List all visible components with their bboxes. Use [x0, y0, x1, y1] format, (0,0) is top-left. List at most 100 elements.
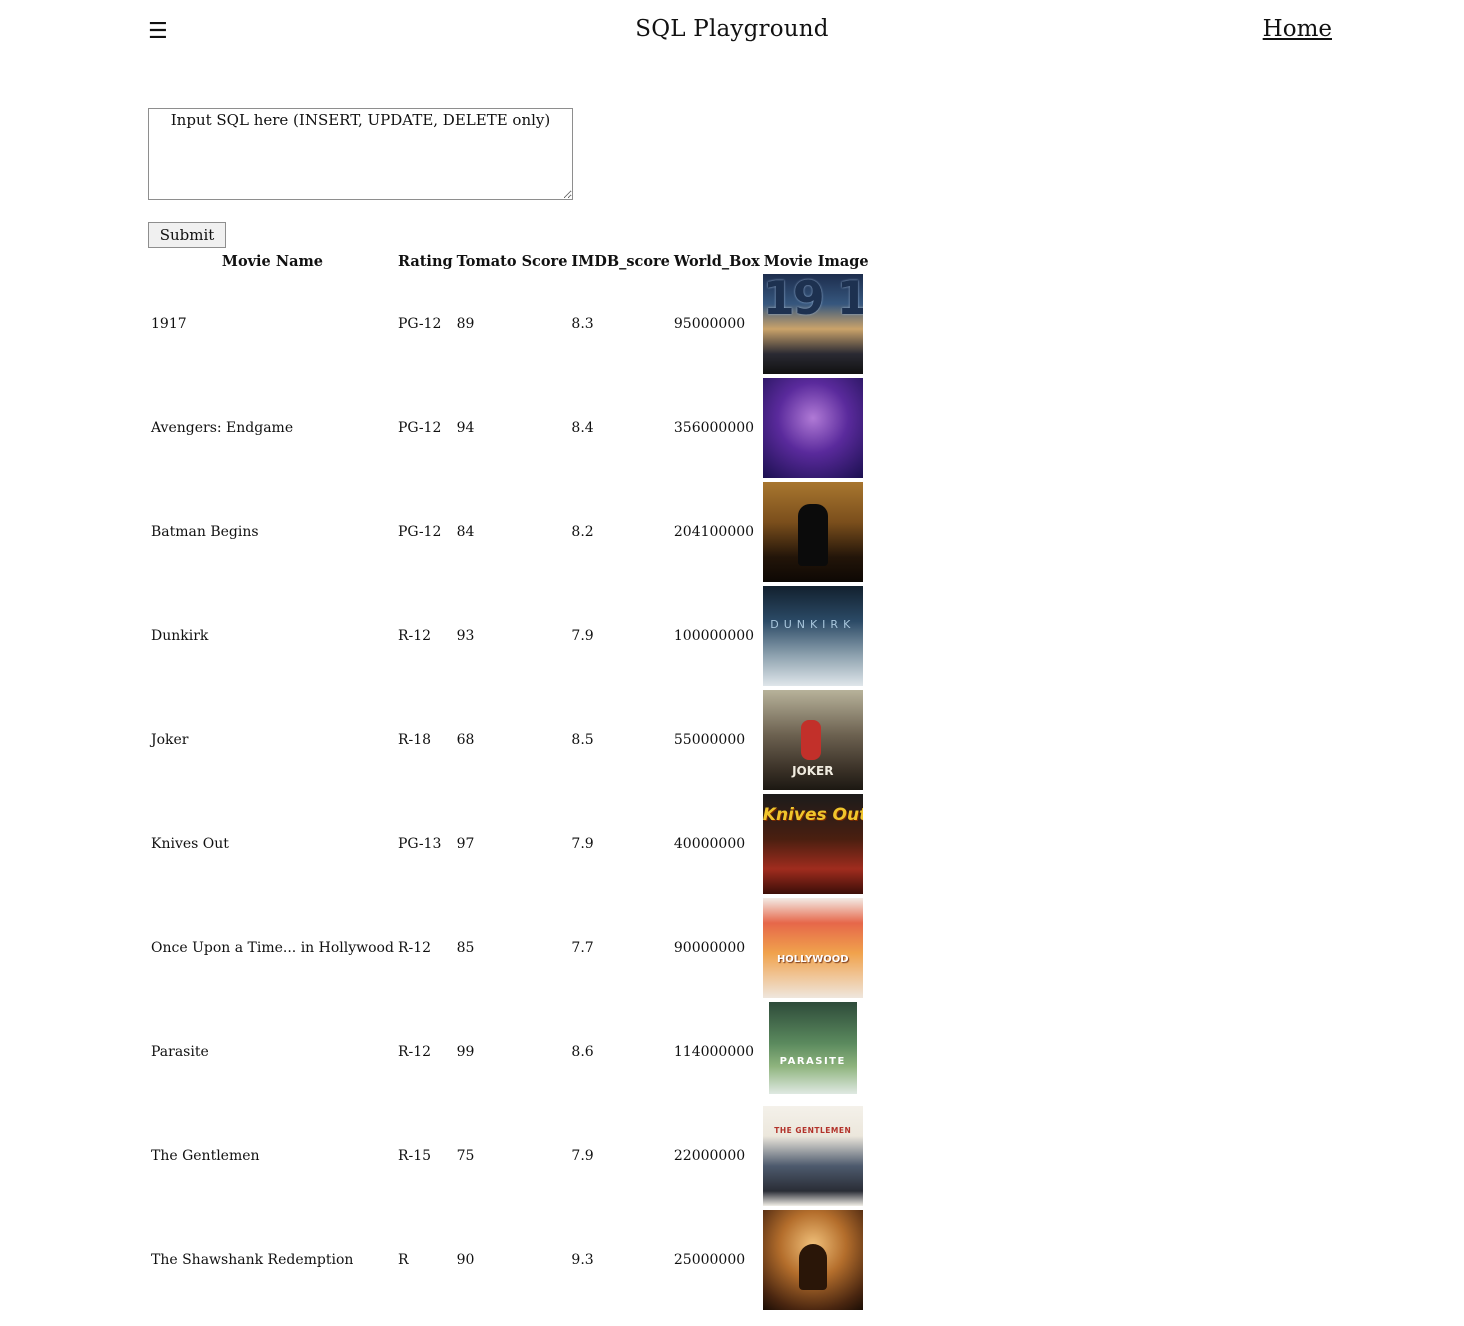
imdb-score-cell: 8.5 — [571, 732, 594, 748]
poster-figure — [797, 504, 828, 566]
submit-button[interactable]: Submit — [148, 222, 226, 248]
movie-image-cell — [762, 377, 870, 479]
world-box-cell: 40000000 — [673, 836, 746, 852]
movie-image-cell: HOLLYWOOD — [762, 897, 870, 999]
imdb-score-cell: 8.4 — [571, 420, 594, 436]
movie-image-cell — [762, 481, 870, 583]
rating-cell: R-18 — [397, 732, 432, 748]
column-header-tomato-score: Tomato Score — [456, 253, 568, 270]
movie-image-cell: THE GENTLEMEN — [762, 1105, 870, 1207]
rating-cell: PG-12 — [397, 524, 442, 540]
tomato-score-cell: 75 — [456, 1148, 475, 1164]
movie-name-cell: Once Upon a Time... in Hollywood — [151, 940, 394, 956]
movie-poster-image — [762, 1210, 863, 1310]
world-box-cell: 356000000 — [673, 420, 755, 436]
movie-image-cell: JOKER — [762, 689, 870, 791]
world-box-cell: 22000000 — [673, 1148, 746, 1164]
table-row: 1917 PG-12 89 8.3 95000000 19 17 — [150, 273, 870, 375]
rating-cell: PG-12 — [397, 420, 442, 436]
movie-poster-image: JOKER — [762, 690, 863, 790]
tomato-score-cell: 89 — [456, 316, 475, 332]
movie-poster-image: HOLLYWOOD — [762, 898, 863, 998]
rating-cell: R-12 — [397, 940, 432, 956]
rating-cell: R-12 — [397, 1044, 432, 1060]
imdb-score-cell: 7.9 — [571, 1148, 594, 1164]
table-row: Joker R-18 68 8.5 55000000 JOKER — [150, 689, 870, 791]
rating-cell: R-15 — [397, 1148, 432, 1164]
movie-image-cell: 19 17 — [762, 273, 870, 375]
tomato-score-cell: 93 — [456, 628, 475, 644]
imdb-score-cell: 8.6 — [571, 1044, 594, 1060]
movie-image-cell — [762, 1209, 870, 1311]
rating-cell: PG-12 — [397, 316, 442, 332]
poster-artwork: PARASITE — [768, 1002, 857, 1094]
world-box-cell: 95000000 — [673, 316, 746, 332]
table-row: Avengers: Endgame PG-12 94 8.4 356000000 — [150, 377, 870, 479]
tomato-score-cell: 85 — [456, 940, 475, 956]
movie-image-cell: PARASITE — [763, 1001, 870, 1103]
movie-poster-image: 19 17 — [762, 274, 863, 374]
movie-name-cell: Knives Out — [151, 836, 229, 852]
rating-cell: R — [397, 1252, 409, 1268]
table-row: Parasite R-12 99 8.6 114000000 PARASITE — [150, 1001, 870, 1103]
movie-poster-image: THE GENTLEMEN — [762, 1106, 863, 1206]
table-row: Once Upon a Time... in Hollywood R-12 85… — [150, 897, 870, 999]
world-box-cell: 114000000 — [673, 1044, 755, 1060]
rating-cell: R-12 — [397, 628, 432, 644]
rating-cell: PG-13 — [397, 836, 442, 852]
movie-name-cell: Parasite — [151, 1044, 209, 1060]
column-header-movie-image: Movie Image — [763, 253, 869, 270]
column-header-movie-name: Movie Name — [221, 253, 324, 270]
movie-poster-image — [762, 482, 863, 582]
column-header-world-box: World_Box — [673, 253, 760, 270]
tomato-score-cell: 97 — [456, 836, 475, 852]
movie-image-cell: DUNKIRK — [762, 585, 870, 687]
sql-input[interactable] — [148, 108, 573, 200]
world-box-cell: 90000000 — [673, 940, 746, 956]
world-box-cell: 55000000 — [673, 732, 746, 748]
movie-poster-image — [762, 378, 863, 478]
tomato-score-cell: 99 — [456, 1044, 475, 1060]
poster-title-text: PARASITE — [779, 1056, 846, 1067]
poster-title-text: THE GENTLEMEN — [774, 1126, 852, 1135]
top-bar: ☰ SQL Playground Home — [0, 0, 1464, 66]
poster-figure — [798, 1244, 827, 1290]
tomato-score-cell: 90 — [456, 1252, 475, 1268]
tomato-score-cell: 84 — [456, 524, 475, 540]
movies-table: Movie Name Rating Tomato Score IMDB_scor… — [148, 250, 872, 1313]
poster-title-text: 19 17 — [762, 274, 863, 325]
imdb-score-cell: 7.7 — [571, 940, 594, 956]
page-title: SQL Playground — [635, 16, 829, 42]
movie-poster-image: Knives Out — [762, 794, 863, 894]
poster-title-text: HOLLYWOOD — [776, 954, 849, 965]
table-row: Dunkirk R-12 93 7.9 100000000 DUNKIRK — [150, 585, 870, 687]
movie-name-cell: 1917 — [151, 316, 187, 332]
movie-poster-image: PARASITE — [763, 1002, 863, 1102]
poster-title-text: JOKER — [792, 764, 834, 778]
table-row: Knives Out PG-13 97 7.9 40000000 Knives … — [150, 793, 870, 895]
imdb-score-cell: 9.3 — [571, 1252, 594, 1268]
table-header-row: Movie Name Rating Tomato Score IMDB_scor… — [150, 252, 870, 271]
imdb-score-cell: 8.2 — [571, 524, 594, 540]
movie-name-cell: The Shawshank Redemption — [151, 1252, 354, 1268]
movie-image-cell: Knives Out — [762, 793, 870, 895]
column-header-imdb-score: IMDB_score — [571, 253, 670, 270]
movie-name-cell: Avengers: Endgame — [151, 420, 294, 436]
movie-name-cell: Dunkirk — [151, 628, 209, 644]
world-box-cell: 204100000 — [673, 524, 755, 540]
poster-title-text: Knives Out — [762, 805, 863, 825]
table-row: The Shawshank Redemption R 90 9.3 250000… — [150, 1209, 870, 1311]
column-header-rating: Rating — [397, 253, 453, 270]
world-box-cell: 25000000 — [673, 1252, 746, 1268]
poster-figure — [800, 720, 821, 760]
imdb-score-cell: 7.9 — [571, 628, 594, 644]
movie-poster-image: DUNKIRK — [762, 586, 863, 686]
home-link[interactable]: Home — [1263, 16, 1332, 42]
tomato-score-cell: 94 — [456, 420, 475, 436]
table-row: Batman Begins PG-12 84 8.2 204100000 — [150, 481, 870, 583]
poster-title-text: DUNKIRK — [770, 618, 856, 631]
movie-name-cell: The Gentlemen — [151, 1148, 260, 1164]
table-row: The Gentlemen R-15 75 7.9 22000000 THE G… — [150, 1105, 870, 1207]
movie-name-cell: Joker — [151, 732, 189, 748]
imdb-score-cell: 8.3 — [571, 316, 594, 332]
